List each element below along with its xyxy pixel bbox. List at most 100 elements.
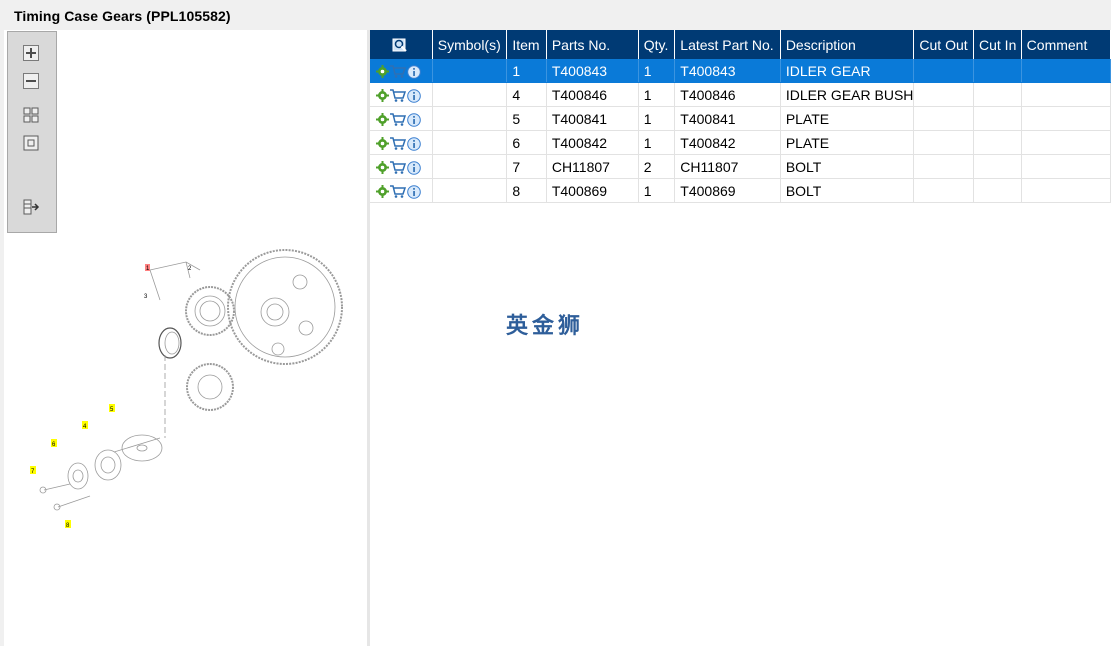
cell-description: PLATE (780, 130, 915, 155)
cell-symbols (432, 82, 508, 107)
fit-page-icon[interactable] (22, 106, 40, 124)
cell-qty: 1 (638, 130, 676, 155)
cell-cut-out (913, 82, 974, 107)
cell-qty: 1 (638, 106, 676, 131)
table-row[interactable]: 1 T400843 1 T400843 IDLER GEAR (370, 59, 1111, 83)
cell-item: 7 (506, 154, 547, 179)
watermark-logo: 英金狮 (506, 314, 585, 339)
cell-item: 5 (506, 106, 547, 131)
cell-cut-out (913, 106, 974, 131)
cell-comment (1021, 59, 1111, 83)
cell-symbols (432, 130, 508, 155)
cell-description: IDLER GEAR BUSH (780, 82, 915, 107)
page-title: Timing Case Gears (PPL105582) (14, 8, 231, 24)
info-icon[interactable] (407, 112, 421, 127)
parts-table: Symbol(s) Item Parts No. Qty. Latest Par… (370, 30, 1111, 203)
col-qty[interactable]: Qty. (638, 30, 676, 59)
search-icon[interactable] (392, 37, 408, 53)
cell-description: IDLER GEAR (780, 59, 915, 83)
cell-qty: 1 (638, 178, 676, 203)
cell-parts-no: T400869 (546, 178, 639, 203)
cart-icon[interactable] (390, 161, 406, 174)
cell-description: BOLT (780, 178, 915, 203)
row-actions[interactable] (370, 106, 433, 131)
cell-parts-no: CH11807 (546, 154, 639, 179)
gear-icon[interactable] (376, 185, 389, 199)
cell-latest-part-no: T400842 (674, 130, 781, 155)
cell-parts-no: T400842 (546, 130, 639, 155)
parts-grid: Symbol(s) Item Parts No. Qty. Latest Par… (370, 30, 1111, 646)
info-icon[interactable] (407, 64, 421, 79)
cart-icon[interactable] (390, 185, 406, 198)
table-row[interactable]: 4 T400846 1 T400846 IDLER GEAR BUSH (370, 82, 1111, 107)
cell-latest-part-no: T400846 (674, 82, 781, 107)
zoom-out-icon[interactable] (22, 72, 40, 90)
cart-icon[interactable] (390, 137, 406, 150)
gear-icon[interactable] (376, 65, 389, 79)
gear-icon[interactable] (376, 89, 389, 103)
cell-description: PLATE (780, 106, 915, 131)
info-icon[interactable] (407, 184, 421, 199)
table-row[interactable]: 6 T400842 1 T400842 PLATE (370, 130, 1111, 155)
cell-cut-in (973, 130, 1022, 155)
table-row[interactable]: 5 T400841 1 T400841 PLATE (370, 106, 1111, 131)
cell-latest-part-no: CH11807 (674, 154, 781, 179)
cell-symbols (432, 106, 508, 131)
diagram-toolbar (7, 31, 57, 233)
cell-parts-no: T400841 (546, 106, 639, 131)
row-actions[interactable] (370, 82, 433, 107)
zoom-in-icon[interactable] (22, 44, 40, 62)
col-symbols[interactable]: Symbol(s) (432, 30, 508, 59)
cell-cut-out (913, 178, 974, 203)
cell-item: 6 (506, 130, 547, 155)
cell-comment (1021, 106, 1111, 131)
gear-icon[interactable] (376, 161, 389, 175)
exploded-parts-diagram[interactable]: 1 2 3 4 5 6 7 8 (10, 240, 355, 540)
cell-cut-in (973, 82, 1022, 107)
cart-icon[interactable] (390, 113, 406, 126)
info-icon[interactable] (407, 160, 421, 175)
cell-qty: 1 (638, 59, 676, 83)
col-cut-out[interactable]: Cut Out (913, 30, 974, 59)
row-actions[interactable] (370, 178, 433, 203)
cell-latest-part-no: T400843 (674, 59, 781, 83)
cell-description: BOLT (780, 154, 915, 179)
row-actions[interactable] (370, 59, 433, 83)
cart-icon[interactable] (390, 65, 406, 78)
callout-2[interactable]: 2 (188, 266, 192, 272)
row-actions[interactable] (370, 154, 433, 179)
export-icon[interactable] (22, 198, 40, 216)
cell-latest-part-no: T400869 (674, 178, 781, 203)
col-parts-no[interactable]: Parts No. (546, 30, 639, 59)
cell-symbols (432, 154, 508, 179)
gear-icon[interactable] (376, 113, 389, 127)
cell-comment (1021, 130, 1111, 155)
cell-parts-no: T400846 (546, 82, 639, 107)
col-latest-part-no[interactable]: Latest Part No. (674, 30, 781, 59)
cell-cut-out (913, 154, 974, 179)
cell-comment (1021, 154, 1111, 179)
col-description[interactable]: Description (780, 30, 915, 59)
cart-icon[interactable] (390, 89, 406, 102)
gear-icon[interactable] (376, 137, 389, 151)
cell-symbols (432, 178, 508, 203)
col-item[interactable]: Item (506, 30, 547, 59)
col-cut-in[interactable]: Cut In (973, 30, 1022, 59)
row-actions[interactable] (370, 130, 433, 155)
cell-cut-in (973, 59, 1022, 83)
col-search[interactable] (370, 30, 433, 59)
table-header: Symbol(s) Item Parts No. Qty. Latest Par… (370, 30, 1111, 59)
table-row[interactable]: 7 CH11807 2 CH11807 BOLT (370, 154, 1111, 179)
cell-parts-no: T400843 (546, 59, 639, 83)
cell-item: 1 (506, 59, 547, 83)
actual-size-icon[interactable] (22, 134, 40, 152)
cell-qty: 2 (638, 154, 676, 179)
table-row[interactable]: 8 T400869 1 T400869 BOLT (370, 178, 1111, 203)
cell-comment (1021, 82, 1111, 107)
info-icon[interactable] (407, 88, 421, 103)
cell-item: 4 (506, 82, 547, 107)
info-icon[interactable] (407, 136, 421, 151)
callout-3[interactable]: 3 (144, 294, 148, 300)
cell-qty: 1 (638, 82, 676, 107)
col-comment[interactable]: Comment (1021, 30, 1111, 59)
